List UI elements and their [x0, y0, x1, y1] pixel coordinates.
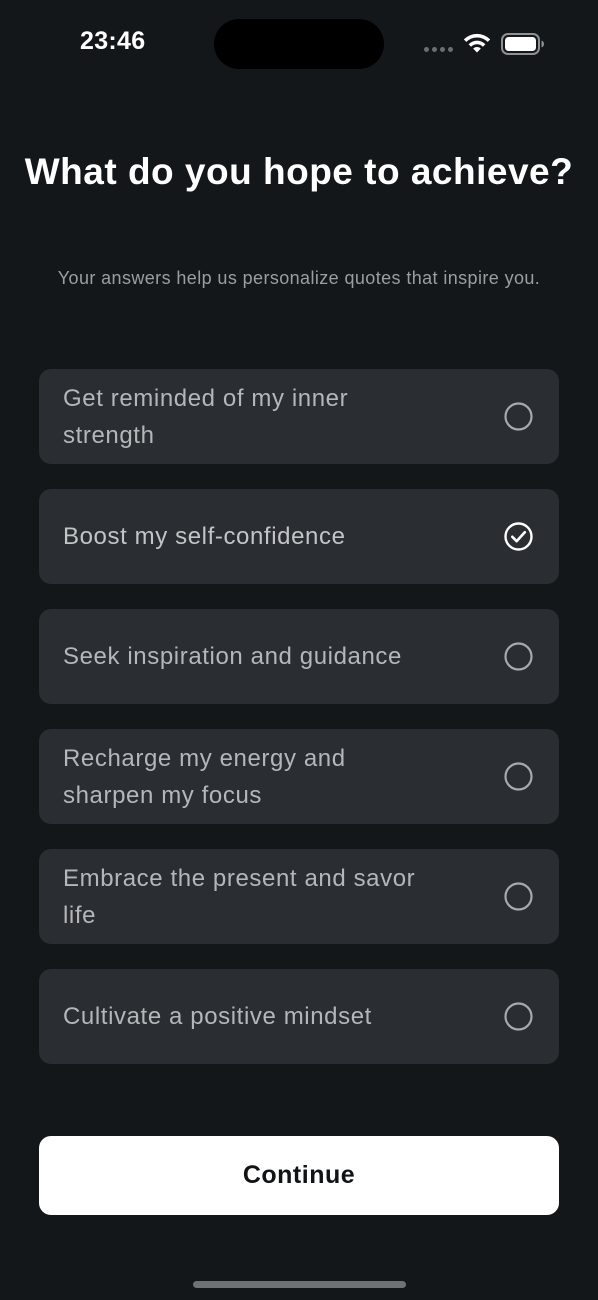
option-energy-focus[interactable]: Recharge my energy and sharpen my focus	[39, 729, 559, 824]
radio-checked-icon[interactable]	[504, 522, 533, 551]
option-label: Embrace the present and savor life	[63, 864, 416, 929]
option-label: Seek inspiration and guidance	[63, 643, 402, 670]
option-inspiration-guidance[interactable]: Seek inspiration and guidance	[39, 609, 559, 704]
page-subtitle: Your answers help us personalize quotes …	[57, 268, 541, 288]
option-self-confidence[interactable]: Boost my self-confidence	[39, 489, 559, 584]
page-title: What do you hope to achieve?	[24, 151, 574, 192]
radio-unchecked-icon[interactable]	[504, 402, 533, 431]
goal-options-list: Get reminded of my inner strength Boost …	[39, 369, 559, 1089]
radio-unchecked-icon[interactable]	[504, 762, 533, 791]
signal-dots-icon	[424, 47, 453, 52]
option-label: Recharge my energy and sharpen my focus	[63, 744, 346, 809]
continue-button[interactable]: Continue	[39, 1136, 559, 1215]
option-positive-mindset[interactable]: Cultivate a positive mindset	[39, 969, 559, 1064]
option-inner-strength[interactable]: Get reminded of my inner strength	[39, 369, 559, 464]
option-present-life[interactable]: Embrace the present and savor life	[39, 849, 559, 944]
option-label: Boost my self-confidence	[63, 523, 346, 550]
battery-icon	[501, 33, 544, 55]
radio-unchecked-icon[interactable]	[504, 1002, 533, 1031]
dynamic-island	[214, 19, 384, 69]
home-indicator[interactable]	[193, 1281, 406, 1288]
wifi-icon	[463, 33, 491, 53]
option-label: Get reminded of my inner strength	[63, 384, 349, 449]
radio-unchecked-icon[interactable]	[504, 642, 533, 671]
status-time: 23:46	[80, 27, 146, 55]
radio-unchecked-icon[interactable]	[504, 882, 533, 911]
option-label: Cultivate a positive mindset	[63, 1003, 372, 1030]
